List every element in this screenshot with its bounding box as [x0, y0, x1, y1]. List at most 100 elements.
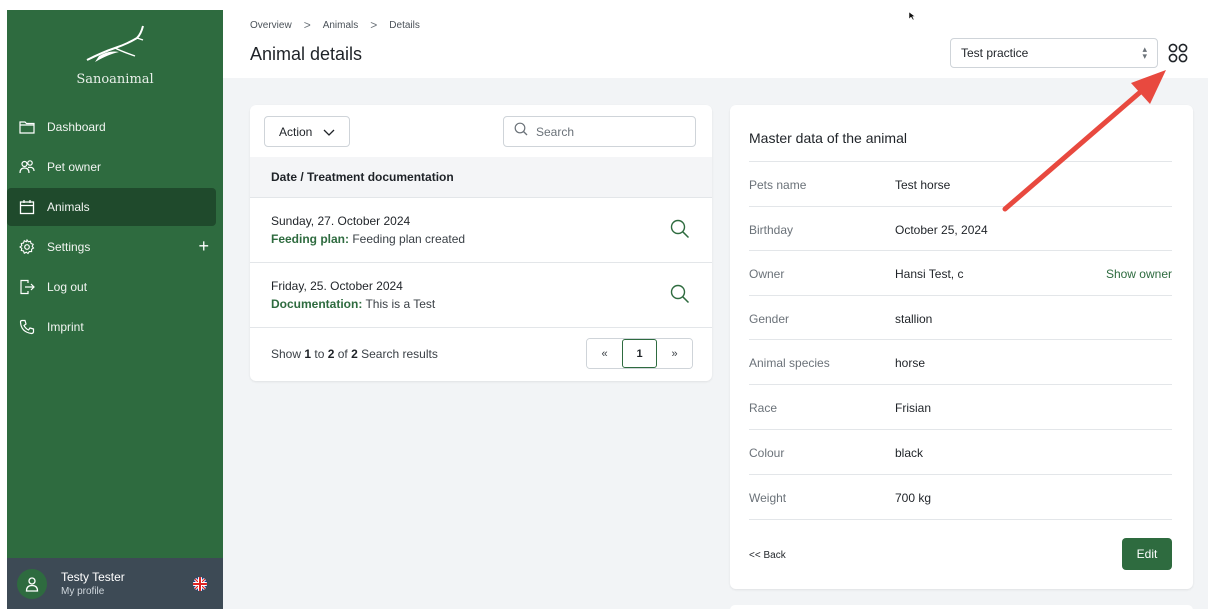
calendar-icon	[17, 197, 37, 217]
results-prefix: Show	[271, 347, 305, 361]
treatment-card: Action Date / Treatment documentation Su…	[250, 105, 712, 381]
results-suffix: Search results	[357, 347, 438, 361]
card-title: Master data of the animal	[749, 130, 907, 146]
search-box[interactable]	[503, 116, 696, 147]
breadcrumb-overview[interactable]: Overview	[250, 20, 292, 31]
detail-row-colour: Colour black	[749, 446, 1172, 490]
select-arrows-icon: ▴ ▾	[1142, 44, 1147, 61]
sidebar-item-label: Dashboard	[47, 120, 106, 134]
divider	[749, 474, 1172, 475]
horse-logo-icon	[86, 25, 144, 62]
divider	[749, 429, 1172, 430]
detail-row-pets-name: Pets name Test horse	[749, 178, 1172, 222]
pager-page-1[interactable]: 1	[622, 339, 657, 368]
users-icon	[17, 157, 37, 177]
view-search-icon[interactable]	[670, 219, 690, 244]
detail-label: Colour	[749, 446, 785, 460]
profile-name: Testy Tester	[61, 570, 125, 584]
phone-icon	[17, 317, 37, 337]
edit-button[interactable]: Edit	[1122, 538, 1172, 570]
detail-label: Owner	[749, 267, 785, 281]
detail-row-race: Race Frisian	[749, 401, 1172, 445]
sidebar-item-dashboard[interactable]: Dashboard	[7, 108, 223, 146]
chevron-right-icon: >	[370, 18, 378, 32]
detail-label: Gender	[749, 312, 790, 326]
detail-label: Race	[749, 401, 778, 415]
divider	[749, 384, 1172, 385]
action-dropdown-button[interactable]: Action	[264, 116, 350, 147]
pagination: « 1 »	[586, 338, 693, 369]
sidebar-item-label: Settings	[47, 240, 91, 254]
breadcrumb-animals[interactable]: Animals	[323, 20, 359, 31]
sidebar-item-label: Log out	[47, 280, 88, 294]
master-data-card: Master data of the animal Pets name Test…	[730, 105, 1193, 589]
row-type: Documentation:	[271, 297, 363, 311]
results-summary: Show 1 to 2 of 2 Search results	[271, 347, 438, 361]
gear-icon	[17, 237, 37, 257]
expand-plus-icon[interactable]: +	[198, 236, 209, 257]
brand-logo[interactable]: Sanoanimal	[7, 10, 223, 96]
my-profile-link[interactable]: My profile	[61, 586, 125, 597]
table-row[interactable]: Sunday, 27. October 2024 Feeding plan: F…	[250, 199, 712, 263]
sidebar: Sanoanimal Dashboard Pet owner Animals S…	[7, 10, 223, 609]
detail-row-weight: Weight 700 kg	[749, 491, 1172, 535]
detail-label: Animal species	[749, 356, 830, 370]
table-row[interactable]: Friday, 25. October 2024 Documentation: …	[250, 264, 712, 328]
search-input[interactable]	[536, 124, 676, 139]
row-description: Documentation: This is a Test	[271, 297, 435, 311]
results-of-word: of	[334, 347, 352, 361]
detail-value: Test horse	[895, 178, 951, 192]
sidebar-item-label: Pet owner	[47, 160, 102, 174]
row-text: Feeding plan created	[349, 232, 466, 246]
profile-section[interactable]: Testy Tester My profile	[7, 558, 223, 609]
show-owner-link[interactable]: Show owner	[1106, 267, 1172, 281]
mouse-cursor-icon	[908, 8, 916, 26]
next-card-edge	[730, 605, 1193, 609]
avatar[interactable]	[17, 568, 47, 599]
detail-value: Hansi Test, c	[895, 267, 964, 281]
breadcrumb: Overview > Animals > Details	[250, 18, 420, 32]
folder-icon	[17, 117, 37, 137]
brand-name: Sanoanimal	[76, 72, 154, 87]
sidebar-item-settings[interactable]: Settings +	[7, 228, 223, 266]
results-total: 2	[351, 347, 358, 361]
row-description: Feeding plan: Feeding plan created	[271, 232, 465, 246]
chevron-down-icon	[323, 126, 335, 140]
detail-label: Pets name	[749, 178, 807, 192]
action-label: Action	[279, 124, 313, 139]
sidebar-item-pet-owner[interactable]: Pet owner	[7, 148, 223, 186]
divider	[749, 339, 1172, 340]
sidebar-item-animals[interactable]: Animals	[7, 188, 216, 226]
view-search-icon[interactable]	[670, 284, 690, 309]
row-date: Sunday, 27. October 2024	[271, 214, 411, 228]
back-link[interactable]: << Back	[749, 550, 786, 561]
sidebar-item-label: Animals	[47, 200, 90, 214]
detail-value: October 25, 2024	[895, 223, 988, 237]
logout-icon	[17, 277, 37, 297]
main-content: Action Date / Treatment documentation Su…	[223, 78, 1208, 609]
row-text: This is a Test	[362, 297, 436, 311]
page-header: Overview > Animals > Details Animal deta…	[223, 0, 1208, 78]
pager-next-button[interactable]: »	[657, 339, 692, 368]
detail-row-animal-species: Animal species horse	[749, 356, 1172, 400]
detail-label: Weight	[749, 491, 787, 505]
pager-prev-button[interactable]: «	[587, 339, 622, 368]
page-title: Animal details	[250, 44, 363, 64]
uk-flag-icon[interactable]	[193, 577, 207, 591]
practice-select[interactable]: Test practice ▴ ▾	[950, 38, 1158, 68]
row-type: Feeding plan:	[271, 232, 349, 246]
search-icon	[514, 122, 528, 141]
divider	[749, 519, 1172, 520]
detail-value: horse	[895, 356, 926, 370]
detail-row-birthday: Birthday October 25, 2024	[749, 223, 1172, 267]
divider	[749, 161, 1172, 162]
sidebar-item-log-out[interactable]: Log out	[7, 268, 223, 306]
results-to-word: to	[311, 347, 328, 361]
breadcrumb-details: Details	[389, 19, 420, 31]
grid-apps-icon[interactable]	[1168, 43, 1188, 68]
sidebar-item-imprint[interactable]: Imprint	[7, 308, 223, 346]
detail-value: 700 kg	[895, 491, 932, 505]
chevron-right-icon: >	[303, 18, 311, 32]
app-window: Sanoanimal Dashboard Pet owner Animals S…	[0, 0, 1208, 609]
detail-value: Frisian	[895, 401, 932, 415]
